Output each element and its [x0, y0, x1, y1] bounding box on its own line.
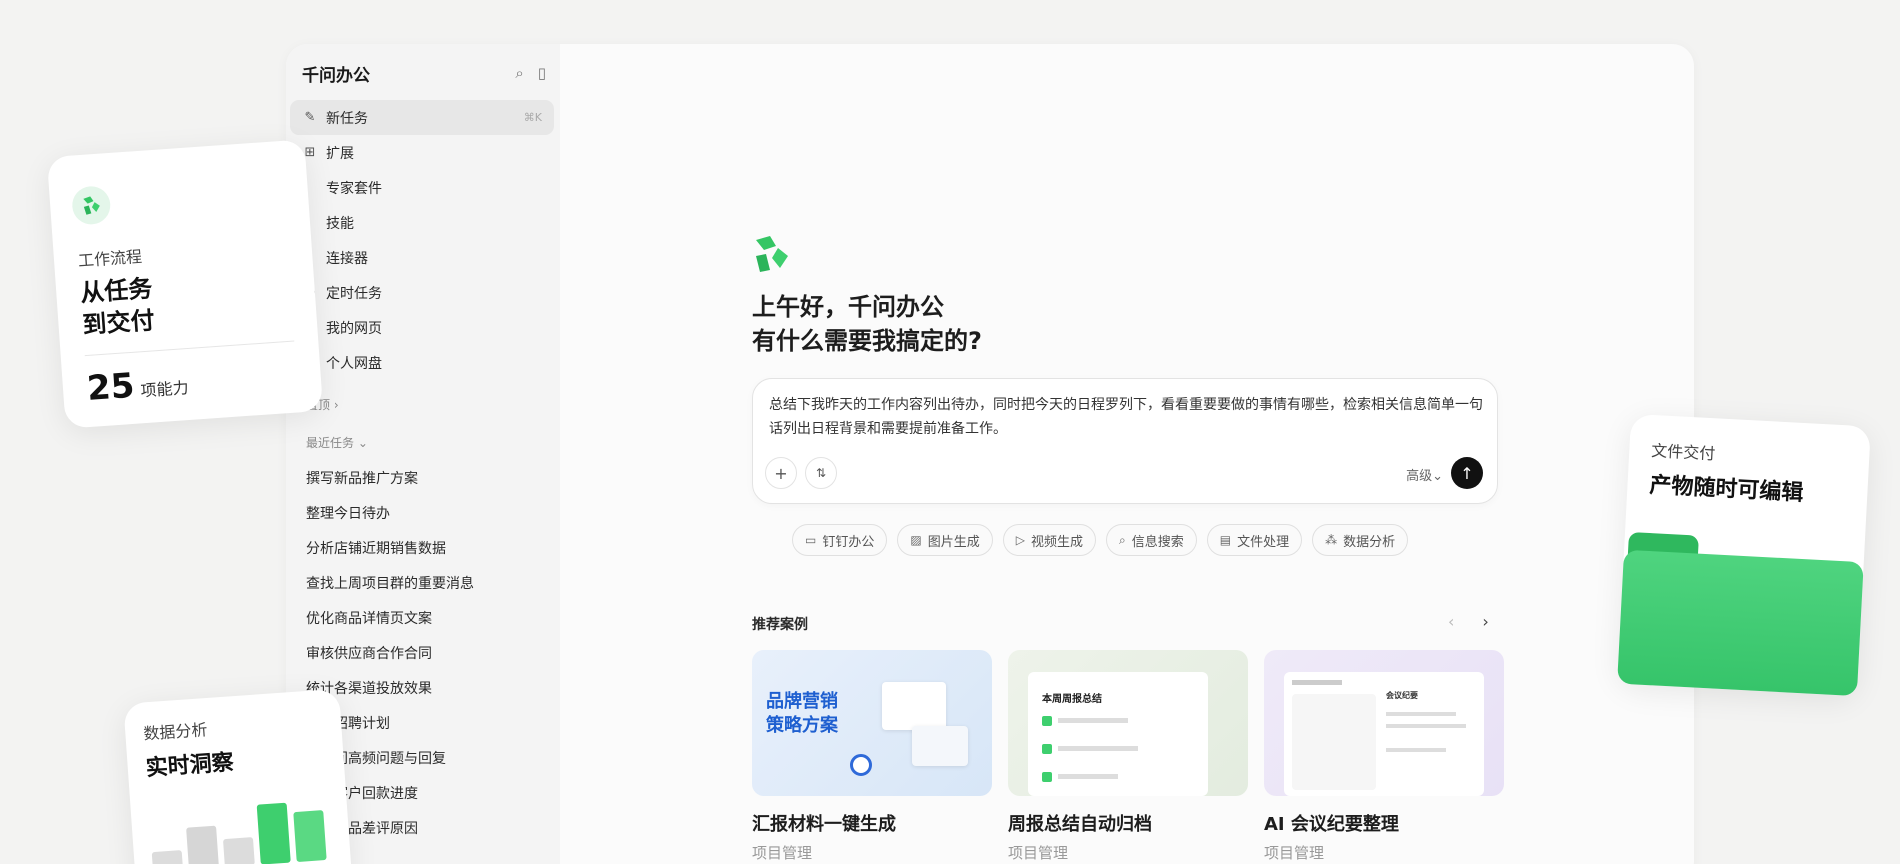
thumb-text: 会议纪要 [1386, 691, 1418, 700]
new-task-label: 新任务 [326, 110, 368, 127]
search-icon: ⌕ [1118, 532, 1126, 547]
file-title: 产物随时可编辑 [1648, 472, 1804, 507]
main-panel: 上午好，千问办公 有什么需要我搞定的? 总结下我昨天的工作内容列出待办，同时把今… [560, 44, 1694, 864]
arrow-up-icon: ↑ [1460, 463, 1474, 483]
case-cards: 品牌营销 策略方案 汇报材料一键生成 项目管理 本周周报总结 周报总结自动归档 … [752, 650, 1504, 863]
chip-label: 数据分析 [1343, 534, 1396, 550]
chip-image-gen[interactable]: ▨ 图片生成 [897, 524, 993, 556]
case-title: 周报总结自动归档 [1008, 814, 1152, 835]
sidebar-item-label: 连接器 [326, 250, 368, 267]
chip-data[interactable]: ⁂ 数据分析 [1312, 524, 1409, 556]
shortcut-hint: ⌘K [523, 111, 542, 124]
chip-dingtalk[interactable]: ▭ 钉钉办公 [792, 524, 888, 556]
recent-section-label[interactable]: 最近任务 ⌄ [290, 428, 554, 456]
mini-bar-chart [149, 800, 327, 864]
chip-label: 图片生成 [927, 534, 980, 550]
data-analysis-card: 数据分析 实时洞察 [123, 688, 353, 864]
chip-label: 文件处理 [1237, 534, 1290, 550]
chevron-right-icon[interactable]: › [1482, 612, 1488, 631]
sidebar-item-skills[interactable]: 技能 [290, 205, 554, 240]
list-item[interactable]: 分析店铺近期销售数据 [290, 530, 554, 565]
tools-button[interactable]: ⇅ [805, 457, 837, 489]
sidebar-item-label: 个人网盘 [326, 355, 382, 372]
case-category: 项目管理 [1264, 844, 1325, 862]
case-category: 项目管理 [752, 844, 813, 862]
send-button[interactable]: ↑ [1451, 457, 1483, 489]
case-category: 项目管理 [1008, 844, 1069, 862]
chip-label: 钉钉办公 [822, 534, 875, 550]
file-label: 文件交付 [1650, 441, 1716, 464]
quick-chips: ▭ 钉钉办公 ▨ 图片生成 ▷ 视频生成 ⌕ 信息搜索 ▤ 文件处理 ⁂ 数据分析 [792, 524, 1409, 556]
nodes-icon: ⁂ [1325, 533, 1338, 547]
sidebar-item-scheduled[interactable]: ◷ 定时任务 [290, 275, 554, 310]
greeting-line2: 有什么需要我搞定的? [752, 327, 982, 355]
workflow-label: 工作流程 [77, 246, 143, 271]
sidebar-item-extend[interactable]: ⊞ 扩展 [290, 135, 554, 170]
workflow-title-1: 从任务 [79, 274, 154, 308]
play-icon: ▷ [1015, 533, 1025, 547]
file-delivery-card: 文件交付 产物随时可编辑 [1617, 413, 1871, 697]
chevron-left-icon[interactable]: ‹ [1448, 612, 1454, 631]
list-item[interactable]: 撰写新品推广方案 [290, 460, 554, 495]
advanced-dropdown[interactable]: 高级⌄ [1406, 465, 1443, 484]
list-item[interactable]: 优化商品详情页文案 [290, 600, 554, 635]
sidebar-item-expert-kit[interactable]: 专家套件 [290, 170, 554, 205]
new-task-button[interactable]: ✎ 新任务 ⌘K [290, 100, 554, 135]
tools-icon: ⇅ [815, 466, 827, 480]
plus-icon: + [774, 463, 788, 483]
brand-title: 千问办公 [302, 65, 370, 86]
sidebar-header: 千问办公 ⌕ ▯ [302, 58, 546, 88]
data-title: 实时洞察 [145, 750, 235, 782]
app-window: 千问办公 ⌕ ▯ ✎ 新任务 ⌘K ⊞ 扩展 专家套件 技能 连接器 ◷ 定时任… [286, 44, 1694, 864]
sidebar-toggle-icon[interactable]: ▯ [538, 64, 546, 82]
add-button[interactable]: + [765, 457, 797, 489]
case-title: 汇报材料一键生成 [752, 814, 896, 835]
capability-count: 25 [85, 365, 136, 410]
image-icon: ▨ [910, 533, 922, 547]
greeting-line1: 上午好，千问办公 [752, 293, 944, 321]
list-item[interactable]: 整理今日待办 [290, 495, 554, 530]
sidebar-item-connectors[interactable]: 连接器 [290, 240, 554, 275]
greeting: 上午好，千问办公 有什么需要我搞定的? [752, 290, 982, 358]
search-icon[interactable]: ⌕ [515, 64, 523, 82]
laptop-icon: ▭ [805, 533, 817, 547]
sidebar-item-label: 专家套件 [326, 180, 382, 197]
case-card[interactable]: 品牌营销 策略方案 汇报材料一键生成 项目管理 [752, 650, 992, 863]
app-logo-icon [752, 234, 790, 278]
chip-label: 视频生成 [1030, 534, 1083, 550]
chip-search[interactable]: ⌕ 信息搜索 [1105, 524, 1197, 556]
capability-unit: 项能力 [140, 378, 190, 401]
file-icon: ▤ [1219, 533, 1232, 547]
case-card[interactable]: 本周周报总结 周报总结自动归档 项目管理 [1008, 650, 1248, 863]
chip-label: 信息搜索 [1131, 534, 1184, 550]
sidebar-item-label: 技能 [326, 215, 354, 232]
data-label: 数据分析 [142, 720, 208, 744]
sidebar-item-label: 我的网页 [326, 320, 382, 337]
carousel-nav: ‹ › [1448, 612, 1489, 631]
case-thumbnail: 品牌营销 策略方案 [752, 650, 992, 796]
sidebar-item-webpages[interactable]: ◍ 我的网页 [290, 310, 554, 345]
chip-video-gen[interactable]: ▷ 视频生成 [1002, 524, 1096, 556]
workflow-title-2: 到交付 [81, 306, 156, 340]
pinned-section[interactable]: 置顶 › [290, 390, 554, 418]
list-item[interactable]: 审核供应商合作合同 [290, 635, 554, 670]
list-item[interactable]: 查找上周项目群的重要消息 [290, 565, 554, 600]
edit-icon: ✎ [304, 110, 316, 125]
recycle-icon [71, 185, 112, 226]
workflow-card: 工作流程 从任务 到交付 25 项能力 [46, 139, 324, 429]
case-title: AI 会议纪要整理 [1264, 814, 1399, 835]
thumb-text: 品牌营销 策略方案 [766, 691, 838, 736]
chip-file[interactable]: ▤ 文件处理 [1206, 524, 1303, 556]
sidebar-item-label: 扩展 [326, 145, 354, 162]
folder-icon [1617, 531, 1865, 697]
compose-box[interactable]: 总结下我昨天的工作内容列出待办，同时把今天的日程罗列下，看看重要要做的事情有哪些… [752, 378, 1498, 504]
case-card[interactable]: 会议纪要 AI 会议纪要整理 项目管理 [1264, 650, 1504, 863]
case-thumbnail: 会议纪要 [1264, 650, 1504, 796]
prompt-input[interactable]: 总结下我昨天的工作内容列出待办，同时把今天的日程罗列下，看看重要要做的事情有哪些… [769, 393, 1483, 441]
recommended-title: 推荐案例 [752, 617, 808, 633]
case-thumbnail: 本周周报总结 [1008, 650, 1248, 796]
sidebar-item-drive[interactable]: ☁ 个人网盘 [290, 345, 554, 380]
thumb-text: 本周周报总结 [1042, 694, 1102, 705]
sidebar-item-label: 定时任务 [326, 285, 382, 302]
